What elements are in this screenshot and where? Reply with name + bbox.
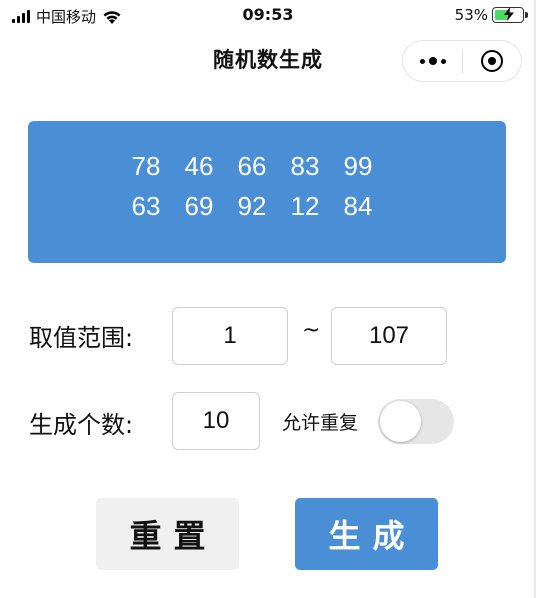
- allow-repeat-label: 允许重复: [282, 412, 359, 434]
- range-label: 取值范围:: [29, 324, 134, 352]
- target-circle-icon: [480, 50, 503, 72]
- status-right: 53%: [454, 6, 528, 24]
- range-max-input[interactable]: 107: [331, 307, 447, 365]
- result-row-1: 78 46 66 83 99: [0, 151, 506, 182]
- more-dots-icon[interactable]: [403, 41, 462, 81]
- result-number: 92: [237, 191, 267, 221]
- battery-percent: 53%: [454, 6, 488, 24]
- count-label: 生成个数:: [29, 411, 134, 439]
- charging-bolt-icon: [504, 7, 514, 21]
- reset-button[interactable]: 重置: [96, 498, 239, 570]
- mini-program-capsule: [402, 40, 522, 82]
- result-number: 84: [343, 191, 373, 221]
- result-number: 46: [184, 151, 214, 181]
- result-number: 69: [184, 191, 214, 221]
- battery-icon: [492, 7, 528, 23]
- result-number: 66: [237, 151, 267, 181]
- close-mini-program-button[interactable]: [463, 41, 521, 81]
- generate-button[interactable]: 生成: [295, 498, 438, 570]
- result-panel: 78 46 66 83 99 63 69 92 12 84: [28, 121, 506, 263]
- range-separator: ~: [302, 318, 321, 343]
- result-row-2: 63 69 92 12 84: [0, 191, 506, 222]
- result-number: 63: [131, 191, 161, 221]
- status-bar: 中国移动 09:53 53%: [0, 0, 536, 32]
- result-number: 99: [343, 151, 373, 181]
- result-number: 83: [290, 151, 320, 181]
- count-input[interactable]: 10: [172, 392, 260, 450]
- range-min-input[interactable]: 1: [172, 307, 288, 365]
- allow-repeat-toggle[interactable]: [378, 399, 454, 444]
- result-number: 12: [290, 191, 320, 221]
- toggle-knob: [380, 401, 421, 442]
- result-number: 78: [131, 151, 161, 181]
